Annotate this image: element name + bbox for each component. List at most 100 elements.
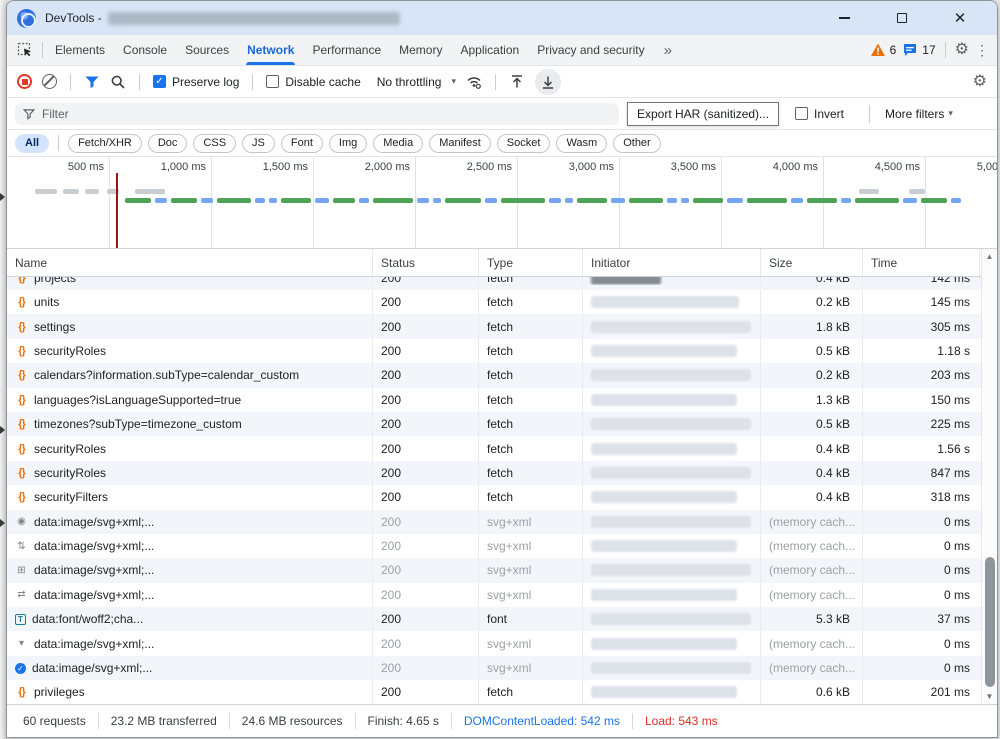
inspect-element-button[interactable] [11, 35, 39, 65]
scrollbar-thumb[interactable] [985, 557, 995, 687]
request-row[interactable]: ⇅data:image/svg+xml;...200svg+xml(memory… [7, 534, 997, 558]
import-har-icon[interactable] [509, 74, 525, 90]
column-header-name[interactable]: Name [7, 249, 373, 276]
font-icon: T [15, 614, 26, 625]
request-row[interactable]: {}securityRoles200fetch0.4 kB1.56 s [7, 436, 997, 460]
column-header-initiator[interactable]: Initiator [583, 249, 761, 276]
chip-font[interactable]: Font [281, 134, 323, 153]
request-status: 200 [373, 631, 479, 655]
network-settings-gear-icon[interactable]: ⚙ [973, 74, 987, 90]
close-button[interactable]: ✕ [949, 7, 971, 29]
column-header-size[interactable]: Size [761, 249, 863, 276]
export-har-button[interactable] [535, 69, 561, 95]
time-tick-label: 500 ms [68, 161, 104, 173]
request-name: data:image/svg+xml;... [34, 515, 154, 529]
tab-application[interactable]: Application [451, 35, 528, 65]
summary-domcontentloaded: DOMContentLoaded: 542 ms [451, 713, 632, 729]
search-icon[interactable] [110, 74, 126, 90]
request-row[interactable]: {}securityFilters200fetch0.4 kB318 ms [7, 485, 997, 509]
request-row[interactable]: ◉data:image/svg+xml;...200svg+xml(memory… [7, 510, 997, 534]
disable-cache-checkbox[interactable] [266, 75, 279, 88]
chip-other[interactable]: Other [613, 134, 661, 153]
tab-elements[interactable]: Elements [46, 35, 114, 65]
request-type: svg+xml [479, 534, 583, 558]
waterfall-bar-green [333, 198, 355, 203]
scroll-down-icon[interactable]: ▼ [986, 692, 994, 701]
tab-console[interactable]: Console [114, 35, 176, 65]
chip-doc[interactable]: Doc [148, 134, 188, 153]
request-row[interactable]: {}projects200fetch0.4 kB142 ms [7, 277, 997, 290]
request-row[interactable]: ⊞data:image/svg+xml;...200svg+xml(memory… [7, 558, 997, 582]
tab-network[interactable]: Network [238, 35, 303, 65]
maximize-button[interactable] [891, 7, 913, 29]
request-row[interactable]: {}securityRoles200fetch0.5 kB1.18 s [7, 339, 997, 363]
chip-manifest[interactable]: Manifest [429, 134, 491, 153]
tab-sources[interactable]: Sources [176, 35, 238, 65]
filter-icon[interactable] [84, 74, 100, 90]
record-network-log-button[interactable] [17, 74, 32, 89]
invert-checkbox[interactable] [795, 107, 808, 120]
warnings-badge[interactable]: 6 [870, 42, 897, 58]
time-tick-label: 4,000 ms [773, 161, 818, 173]
scroll-up-icon[interactable]: ▲ [986, 252, 994, 261]
waterfall-bar-blue [727, 198, 743, 203]
clear-network-log-button[interactable] [42, 74, 57, 89]
request-status: 200 [373, 656, 479, 680]
chip-socket[interactable]: Socket [497, 134, 551, 153]
request-row[interactable]: {}timezones?subType=timezone_custom200fe… [7, 412, 997, 436]
request-row[interactable]: {}securityRoles200fetch0.4 kB847 ms [7, 461, 997, 485]
more-tabs-button[interactable]: » [654, 35, 680, 65]
network-overview[interactable]: 500 ms1,000 ms1,500 ms2,000 ms2,500 ms3,… [7, 157, 997, 249]
vertical-scrollbar[interactable]: ▲ ▼ [981, 249, 997, 704]
summary-24.6: 24.6 MB resources [229, 713, 355, 729]
issues-badge[interactable]: 17 [902, 42, 935, 58]
json-braces-icon: {} [15, 443, 28, 455]
json-braces-icon: {} [15, 345, 28, 357]
tab-memory[interactable]: Memory [390, 35, 451, 65]
column-header-time[interactable]: Time [863, 249, 980, 276]
more-filters-button[interactable]: More filters ▾ [885, 107, 953, 121]
redacted-initiator [591, 296, 739, 308]
request-size: (memory cach... [761, 558, 863, 582]
request-row[interactable]: ⇄data:image/svg+xml;...200svg+xml(memory… [7, 583, 997, 607]
request-row[interactable]: {}units200fetch0.2 kB145 ms [7, 290, 997, 314]
chip-fetch-xhr[interactable]: Fetch/XHR [68, 134, 142, 153]
request-row[interactable]: {}privileges200fetch0.6 kB201 ms [7, 680, 997, 704]
request-row[interactable]: ✓data:image/svg+xml;...200svg+xml(memory… [7, 656, 997, 680]
filter-input[interactable]: Filter [15, 103, 619, 125]
request-row[interactable]: {}languages?isLanguageSupported=true200f… [7, 388, 997, 412]
json-braces-icon: {} [15, 321, 28, 333]
throttling-select[interactable]: No throttling ▾ [377, 75, 456, 89]
chip-img[interactable]: Img [329, 134, 367, 153]
waterfall-bar-blue [681, 198, 689, 203]
request-status: 200 [373, 558, 479, 582]
request-status: 200 [373, 363, 479, 387]
chip-js[interactable]: JS [242, 134, 275, 153]
preserve-log-checkbox[interactable]: ✓ [153, 75, 166, 88]
minimize-button[interactable] [833, 7, 855, 29]
disable-cache-toggle[interactable]: Disable cache [266, 75, 360, 89]
request-status: 200 [373, 510, 479, 534]
request-name-cell: ⇅data:image/svg+xml;... [7, 534, 373, 558]
settings-gear-icon[interactable]: ⚙ [955, 42, 969, 58]
chip-wasm[interactable]: Wasm [556, 134, 607, 153]
preserve-log-toggle[interactable]: ✓ Preserve log [153, 75, 239, 89]
network-conditions-icon[interactable] [466, 74, 482, 90]
request-type: fetch [479, 339, 583, 363]
kebab-menu-icon[interactable]: ⋮ [975, 43, 989, 57]
invert-toggle[interactable]: Invert [795, 107, 844, 121]
request-size: 5.3 kB [761, 607, 863, 631]
request-row[interactable]: Tdata:font/woff2;cha...200font5.3 kB37 m… [7, 607, 997, 631]
chip-all[interactable]: All [15, 134, 49, 153]
request-row[interactable]: {}calendars?information.subType=calendar… [7, 363, 997, 387]
tab-performance[interactable]: Performance [303, 35, 390, 65]
tab-privacy-and-security[interactable]: Privacy and security [528, 35, 653, 65]
request-initiator [583, 461, 761, 485]
column-header-type[interactable]: Type [479, 249, 583, 276]
chip-media[interactable]: Media [373, 134, 423, 153]
column-header-status[interactable]: Status [373, 249, 479, 276]
request-type-filters: All Fetch/XHR Doc CSS JS Font Img Media Manifest… [7, 130, 997, 157]
request-row[interactable]: {}settings200fetch1.8 kB305 ms [7, 314, 997, 338]
request-row[interactable]: ▾data:image/svg+xml;...200svg+xml(memory… [7, 631, 997, 655]
chip-css[interactable]: CSS [193, 134, 236, 153]
